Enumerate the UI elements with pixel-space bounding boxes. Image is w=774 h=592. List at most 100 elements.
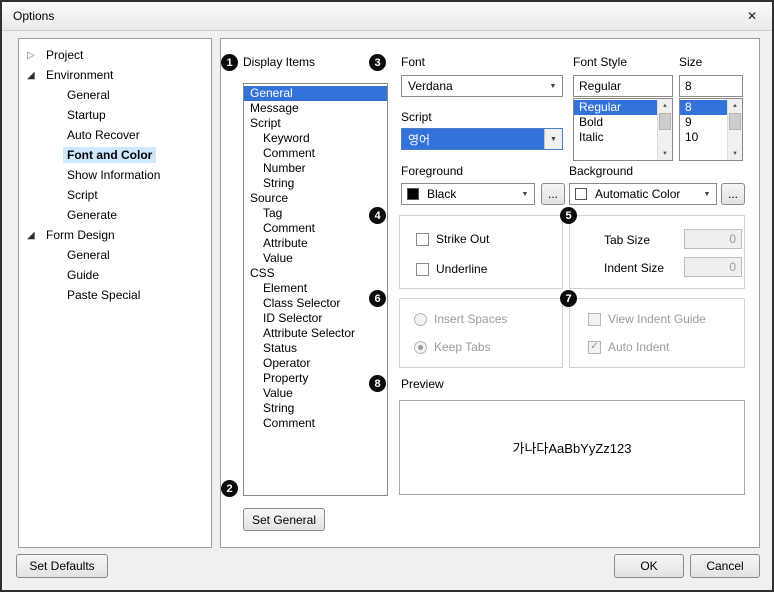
tree-item-form-design[interactable]: ◢ Form Design (27, 225, 119, 245)
display-item[interactable]: Element (244, 281, 387, 296)
window-title: Options (13, 9, 54, 23)
display-item[interactable]: Attribute Selector (244, 326, 387, 341)
settings-main-panel: 1 2 3 4 5 6 7 8 Display Items General Me… (220, 38, 760, 548)
underline-checkbox[interactable]: Underline (416, 262, 487, 276)
display-item[interactable]: Tag (244, 206, 387, 221)
display-item[interactable]: ID Selector (244, 311, 387, 326)
display-item[interactable]: Script (244, 116, 387, 131)
font-style-input[interactable] (573, 75, 673, 97)
display-item[interactable]: Attribute (244, 236, 387, 251)
display-item[interactable]: Class Selector (244, 296, 387, 311)
display-item[interactable]: Comment (244, 146, 387, 161)
insert-spaces-radio: Insert Spaces (414, 312, 507, 326)
set-general-button[interactable]: Set General (243, 508, 325, 531)
display-item[interactable]: Property (244, 371, 387, 386)
radio-circle-selected (414, 341, 427, 354)
expander-expanded-icon[interactable]: ◢ (27, 70, 42, 81)
display-item[interactable]: Source (244, 191, 387, 206)
display-item[interactable]: String (244, 176, 387, 191)
display-item[interactable]: Value (244, 386, 387, 401)
checkbox-box-disabled (588, 313, 601, 326)
size-option-selected[interactable]: 8 (680, 100, 727, 115)
checkbox-box[interactable] (416, 233, 429, 246)
display-item-selected[interactable]: General (244, 86, 387, 101)
step-5-badge: 5 (560, 207, 577, 224)
display-item[interactable]: Keyword (244, 131, 387, 146)
tree-item-generate[interactable]: Generate (63, 205, 121, 225)
scrollbar-thumb[interactable] (729, 113, 741, 130)
foreground-color-swatch (407, 188, 419, 200)
size-option[interactable]: 10 (680, 130, 727, 145)
display-item[interactable]: CSS (244, 266, 387, 281)
display-item[interactable]: Operator (244, 356, 387, 371)
size-scrollbar[interactable]: ▲ ▼ (727, 99, 742, 160)
size-input[interactable] (679, 75, 743, 97)
tree-item-show-information[interactable]: Show Information (63, 165, 164, 185)
tree-item-auto-recover[interactable]: Auto Recover (63, 125, 144, 145)
script-select-value: 영어 (408, 129, 543, 149)
display-item[interactable]: Message (244, 101, 387, 116)
display-items-list[interactable]: General Message Script Keyword Comment N… (243, 83, 388, 496)
chevron-down-icon[interactable]: ▼ (544, 76, 562, 96)
size-option[interactable]: 9 (680, 115, 727, 130)
tree-item-font-and-color[interactable]: Font and Color (63, 145, 156, 165)
display-item[interactable]: Comment (244, 221, 387, 236)
tree-item-general-environment[interactable]: General (63, 85, 114, 105)
tree-item-project[interactable]: ▷ Project (27, 45, 87, 65)
strike-out-checkbox[interactable]: Strike Out (416, 232, 489, 246)
display-item[interactable]: Comment (244, 416, 387, 431)
tree-item-environment[interactable]: ◢ Environment (27, 65, 117, 85)
tree-item-label: Guide (63, 267, 103, 283)
scroll-up-icon[interactable]: ▲ (658, 99, 672, 112)
font-select[interactable]: Verdana ▼ (401, 75, 563, 97)
foreground-select[interactable]: Black ▼ (401, 183, 535, 205)
font-style-list[interactable]: Regular Bold Italic ▲ ▼ (573, 98, 673, 161)
step-7-badge: 7 (560, 290, 577, 307)
display-item[interactable]: Value (244, 251, 387, 266)
scrollbar-thumb[interactable] (659, 113, 671, 130)
ok-button[interactable]: OK (614, 554, 684, 578)
size-list[interactable]: 8 9 10 ▲ ▼ (679, 98, 743, 161)
scroll-up-icon[interactable]: ▲ (728, 99, 742, 112)
tree-item-label: Generate (63, 207, 121, 223)
scroll-down-icon[interactable]: ▼ (658, 147, 672, 160)
tree-item-label: Script (63, 187, 102, 203)
tree-item-label: Paste Special (63, 287, 144, 303)
expander-expanded-icon[interactable]: ◢ (27, 230, 42, 241)
cancel-button[interactable]: Cancel (690, 554, 760, 578)
tree-item-startup[interactable]: Startup (63, 105, 110, 125)
script-select[interactable]: 영어 ▼ (401, 128, 563, 150)
preview-box: 가나다AaBbYyZz123 (399, 400, 745, 495)
chevron-down-icon[interactable]: ▼ (516, 184, 534, 204)
underline-label: Underline (436, 262, 487, 276)
chevron-down-icon[interactable]: ▼ (544, 129, 562, 149)
tree-item-guide[interactable]: Guide (63, 265, 103, 285)
tree-item-general-form-design[interactable]: General (63, 245, 114, 265)
step-2-badge: 2 (221, 480, 238, 497)
close-icon[interactable]: ✕ (744, 9, 760, 23)
checkbox-box[interactable] (416, 263, 429, 276)
size-label: Size (679, 55, 702, 70)
display-items-label: Display Items (243, 55, 315, 70)
font-style-scrollbar[interactable]: ▲ ▼ (657, 99, 672, 160)
font-style-option-selected[interactable]: Regular (574, 100, 657, 115)
display-item[interactable]: Number (244, 161, 387, 176)
display-item[interactable]: Status (244, 341, 387, 356)
font-style-option[interactable]: Italic (574, 130, 657, 145)
preview-sample-text: 가나다AaBbYyZz123 (513, 438, 632, 457)
scroll-down-icon[interactable]: ▼ (728, 147, 742, 160)
background-select[interactable]: Automatic Color ▼ (569, 183, 717, 205)
foreground-more-button[interactable]: ... (541, 183, 565, 205)
tree-item-label: Startup (63, 107, 110, 123)
tree-item-label: Show Information (63, 167, 164, 183)
background-more-button[interactable]: ... (721, 183, 745, 205)
keep-tabs-radio: Keep Tabs (414, 340, 491, 354)
display-item[interactable]: String (244, 401, 387, 416)
background-select-value: Automatic Color (595, 184, 697, 204)
tree-item-script[interactable]: Script (63, 185, 102, 205)
chevron-down-icon[interactable]: ▼ (698, 184, 716, 204)
tree-item-paste-special[interactable]: Paste Special (63, 285, 144, 305)
set-defaults-button[interactable]: Set Defaults (16, 554, 108, 578)
expander-collapsed-icon[interactable]: ▷ (27, 50, 42, 61)
font-style-option[interactable]: Bold (574, 115, 657, 130)
